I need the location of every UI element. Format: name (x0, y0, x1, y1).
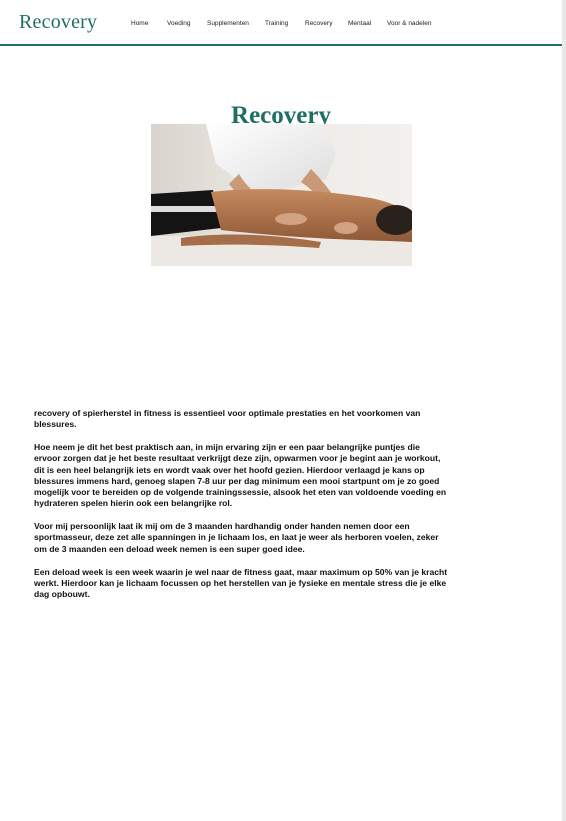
paragraph-deload: Een deload week is een week waarin je we… (34, 566, 448, 600)
paragraph-intro: recovery of spierherstel in fitness is e… (34, 408, 421, 430)
nav-item-training[interactable]: Training (265, 20, 305, 27)
nav-item-mentaal[interactable]: Mentaal (348, 20, 387, 27)
paragraph-tips: Hoe neem je dit het best praktisch aan, … (34, 442, 447, 509)
nav-item-recovery[interactable]: Recovery (305, 20, 348, 27)
nav-item-voor-nadelen[interactable]: Voor & nadelen (387, 20, 431, 27)
scrollbar-track[interactable] (562, 0, 566, 821)
hero-massage-photo (151, 124, 412, 266)
nav-item-voeding[interactable]: Voeding (167, 20, 207, 27)
nav-item-home[interactable]: Home (131, 20, 167, 27)
site-header: Recovery Home Voeding Supplementen Train… (0, 0, 562, 46)
paragraph-massage: Voor mij persoonlijk laat ik mij om de 3… (34, 521, 439, 554)
article-body: recovery of spierherstel in fitness is e… (34, 408, 448, 612)
brand-logo[interactable]: Recovery (19, 11, 97, 34)
nav-item-supplementen[interactable]: Supplementen (207, 20, 265, 27)
page: Recovery Home Voeding Supplementen Train… (0, 0, 562, 821)
main-nav: Home Voeding Supplementen Training Recov… (131, 20, 431, 27)
